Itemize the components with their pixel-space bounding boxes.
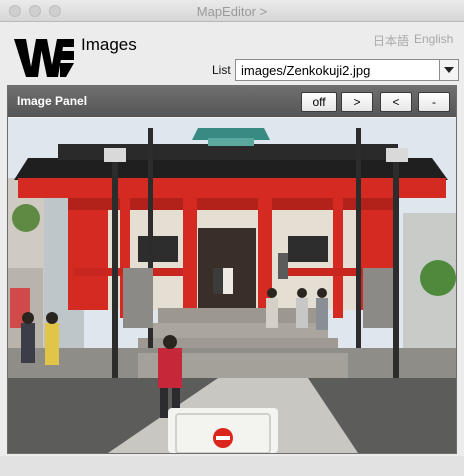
image-panel: Image Panel off > < - xyxy=(7,85,457,454)
image-panel-header: Image Panel off > < - xyxy=(8,86,456,117)
previous-button[interactable]: < xyxy=(380,92,412,112)
minimize-panel-button[interactable]: - xyxy=(418,92,450,112)
off-button[interactable]: off xyxy=(301,92,337,112)
window-footer xyxy=(0,456,464,476)
image-panel-title: Image Panel xyxy=(17,94,88,108)
window-titlebar[interactable]: MapEditor > xyxy=(0,0,464,22)
next-button[interactable]: > xyxy=(341,92,373,112)
language-english-link[interactable]: English xyxy=(414,32,453,46)
temple-photo xyxy=(8,118,456,453)
app-logo xyxy=(14,39,74,77)
language-japanese-link[interactable]: 日本語 xyxy=(373,32,409,49)
page-title: Images xyxy=(81,35,137,54)
image-list-select[interactable]: images/Zenkokuji2.jpg xyxy=(235,59,459,81)
list-label: List xyxy=(212,63,231,77)
dropdown-arrow-icon[interactable] xyxy=(439,60,458,80)
image-list-value: images/Zenkokuji2.jpg xyxy=(241,63,371,78)
window-title: MapEditor > xyxy=(196,4,268,19)
